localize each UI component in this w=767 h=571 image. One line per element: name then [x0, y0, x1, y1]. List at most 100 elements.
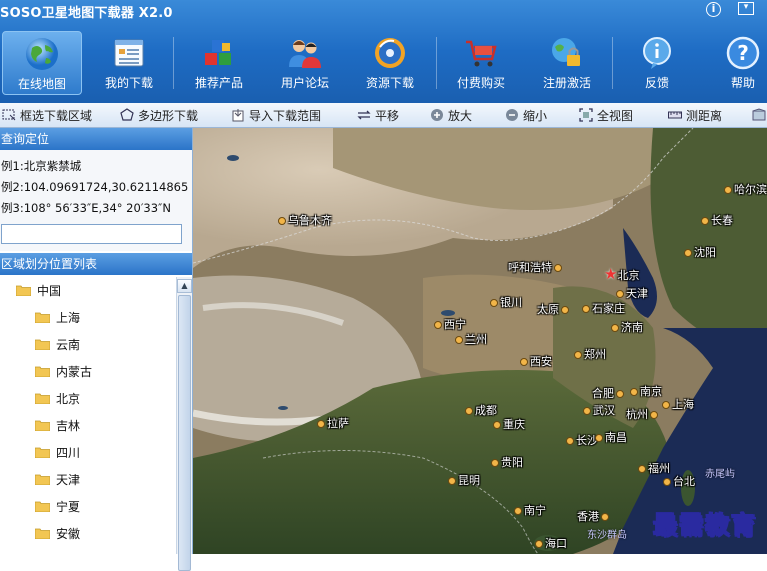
- city-label[interactable]: 海口: [535, 537, 567, 550]
- city-label[interactable]: 太原: [537, 303, 571, 316]
- city-label[interactable]: 上海: [662, 398, 694, 411]
- tree-item[interactable]: 安徽: [35, 524, 80, 544]
- nav-resource-download[interactable]: 资源下载: [350, 31, 430, 95]
- nav-label: 帮助: [730, 76, 755, 90]
- tool-more[interactable]: [752, 107, 767, 125]
- nav-forum[interactable]: 用户论坛: [265, 31, 345, 95]
- city-dot: [561, 306, 569, 314]
- info-bubble-icon: [643, 37, 671, 69]
- lock-globe-icon: [552, 38, 580, 66]
- nav-divider: [173, 37, 174, 89]
- city-label[interactable]: 沈阳: [684, 246, 716, 259]
- zoom-out-icon: [506, 109, 518, 121]
- city-name: 石家庄: [592, 302, 625, 315]
- tool-label: 测距离: [686, 109, 723, 123]
- city-label[interactable]: ★北京: [604, 267, 639, 283]
- scroll-up-button[interactable]: ▲: [177, 279, 192, 293]
- tool-polygon[interactable]: 多边形下载: [120, 107, 198, 125]
- city-label[interactable]: 南昌: [595, 431, 627, 444]
- location-search-input[interactable]: [1, 224, 182, 244]
- city-label[interactable]: 济南: [611, 321, 643, 334]
- nav-label: 用户论坛: [280, 76, 329, 90]
- city-label[interactable]: 银川: [490, 296, 522, 309]
- city-label[interactable]: 重庆: [493, 418, 525, 431]
- tree-scrollbar[interactable]: ▲: [176, 277, 192, 571]
- tree-item[interactable]: 北京: [35, 389, 80, 409]
- city-label[interactable]: 南宁: [514, 504, 546, 517]
- polygon-icon: [120, 108, 134, 121]
- island-label: 东沙群岛: [587, 530, 627, 541]
- city-name: 南昌: [605, 431, 627, 444]
- folder-icon: [35, 528, 50, 539]
- scroll-thumb[interactable]: [178, 295, 191, 571]
- example-line: 例3:108° 56′33″E,34° 20′33″N: [1, 201, 171, 215]
- tree-item[interactable]: 内蒙古: [35, 362, 92, 382]
- city-label[interactable]: 南京: [630, 385, 662, 398]
- nav-help[interactable]: ? 帮助: [703, 31, 767, 95]
- tool-zoom-in[interactable]: 放大: [430, 107, 472, 125]
- app-header: SOSO卫星地图下载器 X2.0 i ▾ 在线地图 我的下载 推荐产品 用户论坛…: [0, 0, 767, 103]
- city-name: 哈尔滨: [734, 183, 767, 196]
- city-label[interactable]: 台北: [663, 475, 695, 488]
- nav-purchase[interactable]: 付费购买: [441, 31, 521, 95]
- nav-online-map[interactable]: 在线地图: [2, 31, 82, 95]
- city-dot: [574, 351, 582, 359]
- example-line: 例1:北京紫禁城: [1, 159, 82, 173]
- city-label[interactable]: 昆明: [448, 474, 480, 487]
- city-dot: [455, 336, 463, 344]
- city-label[interactable]: 郑州: [574, 348, 606, 361]
- tool-import[interactable]: 导入下载范围: [231, 107, 321, 125]
- city-label[interactable]: 拉萨: [317, 417, 349, 430]
- folder-icon: [35, 339, 50, 350]
- city-label[interactable]: 哈尔滨: [724, 183, 767, 196]
- about-button[interactable]: i: [706, 2, 721, 17]
- query-header: 查询定位: [0, 128, 192, 150]
- city-name: 拉萨: [327, 417, 349, 430]
- tool-pan[interactable]: 平移: [357, 107, 399, 125]
- folder-icon: [35, 420, 50, 431]
- nav-register[interactable]: 注册激活: [527, 31, 607, 95]
- tree-label: 中国: [37, 284, 62, 298]
- city-label[interactable]: 石家庄: [582, 302, 625, 315]
- city-label[interactable]: 贵阳: [491, 456, 523, 469]
- city-dot: [638, 465, 646, 473]
- city-dot: [616, 290, 624, 298]
- city-label[interactable]: 西宁: [434, 318, 466, 331]
- city-name: 天津: [626, 287, 648, 300]
- city-label[interactable]: 香港: [577, 510, 611, 523]
- city-label[interactable]: 天津: [616, 287, 648, 300]
- tree-item[interactable]: 四川: [35, 443, 80, 463]
- city-label[interactable]: 杭州: [626, 408, 660, 421]
- city-label[interactable]: 武汉: [583, 404, 615, 417]
- city-name: 呼和浩特: [508, 261, 552, 274]
- tree-item[interactable]: 云南: [35, 335, 80, 355]
- select-rect-icon: [2, 109, 16, 121]
- tool-full-extent[interactable]: 全视图: [579, 107, 633, 125]
- city-label[interactable]: 福州: [638, 462, 670, 475]
- city-label[interactable]: 呼和浩特: [508, 261, 564, 274]
- tree-item[interactable]: 上海: [35, 308, 80, 328]
- tool-select-rect[interactable]: 框选下载区域: [2, 107, 92, 125]
- city-label[interactable]: 长春: [701, 214, 733, 227]
- city-label[interactable]: 合肥: [592, 387, 626, 400]
- tree-item[interactable]: 天津: [35, 470, 80, 490]
- window-menu-button[interactable]: ▾: [738, 2, 754, 15]
- tree-label: 上海: [56, 311, 81, 325]
- tree-item[interactable]: 吉林: [35, 416, 80, 436]
- tool-measure[interactable]: 测距离: [668, 107, 722, 125]
- city-label[interactable]: 兰州: [455, 333, 487, 346]
- city-name: 银川: [500, 296, 522, 309]
- city-label[interactable]: 乌鲁木齐: [278, 214, 332, 227]
- nav-feedback[interactable]: 反馈: [617, 31, 697, 95]
- city-label[interactable]: 长沙: [566, 434, 598, 447]
- tool-zoom-out[interactable]: 缩小: [505, 107, 547, 125]
- city-label[interactable]: 西安: [520, 355, 552, 368]
- satellite-map[interactable]: 哈尔滨 乌鲁木齐 长春 沈阳 呼和浩特 ★北京 天津 银川 太原 石家庄 西宁 …: [193, 128, 767, 554]
- city-label[interactable]: 成都: [465, 404, 497, 417]
- tree-label: 云南: [56, 338, 81, 352]
- nav-my-downloads[interactable]: 我的下载: [89, 31, 169, 95]
- tree-root[interactable]: 中国: [16, 281, 61, 301]
- city-name: 福州: [648, 462, 670, 475]
- tree-item[interactable]: 宁夏: [35, 497, 80, 517]
- nav-recommended[interactable]: 推荐产品: [179, 31, 259, 95]
